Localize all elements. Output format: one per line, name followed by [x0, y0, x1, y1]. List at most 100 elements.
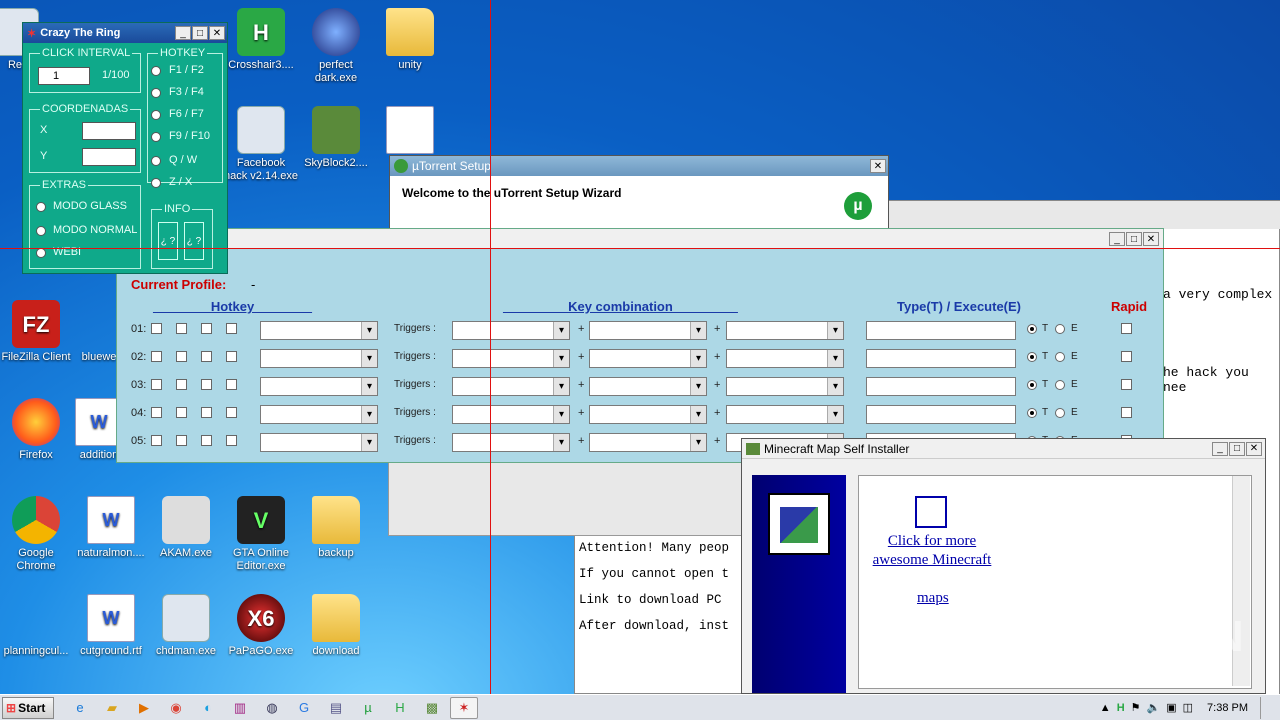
- rapid-checkbox[interactable]: [1121, 323, 1132, 334]
- key-select-3[interactable]: [726, 377, 844, 396]
- key-select-1[interactable]: [452, 377, 570, 396]
- window-titlebar[interactable]: Minecraft Map Self Installer _ □ ✕: [742, 439, 1265, 459]
- modifier-checkbox[interactable]: [176, 435, 187, 446]
- key-select-1[interactable]: [452, 405, 570, 424]
- extras-radio[interactable]: [36, 226, 46, 236]
- hotkey-profile-window[interactable]: _ □ ✕ Current Profile: - ________Hotkey_…: [116, 228, 1164, 463]
- edge-taskbar-icon[interactable]: ◐: [194, 697, 222, 719]
- execute-radio[interactable]: [1055, 380, 1065, 390]
- modifier-checkbox[interactable]: [151, 407, 162, 418]
- extras-radio[interactable]: [36, 248, 46, 258]
- modifier-checkbox[interactable]: [176, 379, 187, 390]
- chrome-taskbar-icon[interactable]: ◉: [162, 697, 190, 719]
- modifier-checkbox[interactable]: [226, 407, 237, 418]
- desktop-icon-chdman[interactable]: chdman.exe: [149, 594, 223, 658]
- hotkey-radio[interactable]: [151, 110, 161, 120]
- interval-spinner[interactable]: 1: [38, 67, 90, 85]
- modifier-checkbox[interactable]: [201, 323, 212, 334]
- hotkey-select[interactable]: [260, 377, 378, 396]
- close-button[interactable]: ✕: [870, 159, 886, 173]
- tray-expand-icon[interactable]: ▲: [1100, 702, 1111, 714]
- type-execute-field[interactable]: [866, 321, 1016, 340]
- winrar-taskbar-icon[interactable]: ▥: [226, 697, 254, 719]
- desktop-icon-planning[interactable]: planningcul...: [0, 594, 73, 658]
- key-select-1[interactable]: [452, 321, 570, 340]
- desktop-icon-gta[interactable]: V GTA Online Editor.exe: [224, 496, 298, 573]
- ie-taskbar-icon[interactable]: e: [66, 697, 94, 719]
- hotkey-select[interactable]: [260, 405, 378, 424]
- g-app-taskbar-icon[interactable]: G: [290, 697, 318, 719]
- key-select-3[interactable]: [726, 321, 844, 340]
- network-icon[interactable]: ▣: [1166, 701, 1176, 714]
- show-desktop-button[interactable]: [1260, 696, 1274, 719]
- desktop-icon-skyblock[interactable]: SkyBlock2....: [299, 106, 373, 170]
- clock[interactable]: 7:38 PM: [1207, 702, 1248, 714]
- info-button-1[interactable]: ¿ ?: [158, 222, 178, 260]
- minimize-button[interactable]: _: [1109, 232, 1125, 246]
- execute-radio[interactable]: [1055, 408, 1065, 418]
- desktop-icon-backup[interactable]: backup: [299, 496, 373, 560]
- desktop-icon-papago[interactable]: X6 PaPaGO.exe: [224, 594, 298, 658]
- modifier-checkbox[interactable]: [201, 379, 212, 390]
- maximize-button[interactable]: □: [192, 26, 208, 40]
- key-select-2[interactable]: [589, 321, 707, 340]
- type-execute-field[interactable]: [866, 405, 1016, 424]
- modifier-checkbox[interactable]: [151, 435, 162, 446]
- modifier-checkbox[interactable]: [226, 435, 237, 446]
- crosshair-taskbar-icon[interactable]: H: [386, 697, 414, 719]
- window-titlebar[interactable]: µTorrent Setup ✕: [390, 156, 888, 176]
- maximize-button[interactable]: □: [1229, 441, 1245, 456]
- media-player-taskbar-icon[interactable]: ▶: [130, 697, 158, 719]
- explorer-taskbar-icon[interactable]: ▰: [98, 697, 126, 719]
- rapid-checkbox[interactable]: [1121, 351, 1132, 362]
- rapid-checkbox[interactable]: [1121, 407, 1132, 418]
- type-radio[interactable]: [1027, 352, 1037, 362]
- type-radio[interactable]: [1027, 380, 1037, 390]
- modifier-checkbox[interactable]: [226, 351, 237, 362]
- minimize-button[interactable]: _: [175, 26, 191, 40]
- type-execute-field[interactable]: [866, 377, 1016, 396]
- desktop-icon-crosshair[interactable]: H Crosshair3....: [224, 8, 298, 72]
- type-execute-field[interactable]: [866, 349, 1016, 368]
- close-button[interactable]: ✕: [1143, 232, 1159, 246]
- extras-radio[interactable]: [36, 202, 46, 212]
- action-center-icon[interactable]: ◫: [1183, 701, 1193, 714]
- crazy-the-ring-window[interactable]: ✶ Crazy The Ring _ □ ✕ CLICK INTERVAL 1 …: [22, 22, 228, 274]
- start-button[interactable]: ⊞ Start: [2, 696, 54, 719]
- modifier-checkbox[interactable]: [201, 351, 212, 362]
- execute-radio[interactable]: [1055, 352, 1065, 362]
- hotkey-select[interactable]: [260, 349, 378, 368]
- close-button[interactable]: ✕: [209, 26, 225, 40]
- maps-link[interactable]: maps: [917, 590, 949, 607]
- volume-icon[interactable]: 🔈: [1147, 701, 1161, 714]
- hotkey-radio[interactable]: [151, 132, 161, 142]
- desktop-icon-chrome[interactable]: Google Chrome: [0, 496, 73, 573]
- key-select-1[interactable]: [452, 433, 570, 452]
- hotkey-radio[interactable]: [151, 88, 161, 98]
- minecraft-taskbar-icon[interactable]: ▩: [418, 697, 446, 719]
- execute-radio[interactable]: [1055, 324, 1065, 334]
- desktop-icon-cutground[interactable]: W cutground.rtf: [74, 594, 148, 658]
- desktop-icon-naturalmon[interactable]: W naturalmon....: [74, 496, 148, 560]
- hotkey-select[interactable]: [260, 433, 378, 452]
- type-radio[interactable]: [1027, 408, 1037, 418]
- modifier-checkbox[interactable]: [151, 379, 162, 390]
- crazy-ring-taskbar-icon[interactable]: ✶: [450, 696, 478, 719]
- rapid-checkbox[interactable]: [1121, 379, 1132, 390]
- modifier-checkbox[interactable]: [226, 323, 237, 334]
- info-button-2[interactable]: ¿ ?: [184, 222, 204, 260]
- modifier-checkbox[interactable]: [176, 323, 187, 334]
- modifier-checkbox[interactable]: [176, 351, 187, 362]
- desktop-icon-perfect-dark[interactable]: perfect dark.exe: [299, 8, 373, 85]
- modifier-checkbox[interactable]: [201, 407, 212, 418]
- key-select-2[interactable]: [589, 433, 707, 452]
- more-maps-link[interactable]: Click for more awesome Minecraft: [871, 532, 993, 570]
- utorrent-setup-window[interactable]: µTorrent Setup ✕ Welcome to the uTorrent…: [389, 155, 889, 235]
- modifier-checkbox[interactable]: [176, 407, 187, 418]
- hotkey-radio[interactable]: [151, 156, 161, 166]
- tray-app-icon[interactable]: H: [1117, 702, 1125, 714]
- desktop-icon-download[interactable]: download: [299, 594, 373, 658]
- desktop-icon-facebook-hack[interactable]: Facebook hack v2.14.exe: [224, 106, 298, 183]
- maximize-button[interactable]: □: [1126, 232, 1142, 246]
- browser-taskbar-icon[interactable]: ◍: [258, 697, 286, 719]
